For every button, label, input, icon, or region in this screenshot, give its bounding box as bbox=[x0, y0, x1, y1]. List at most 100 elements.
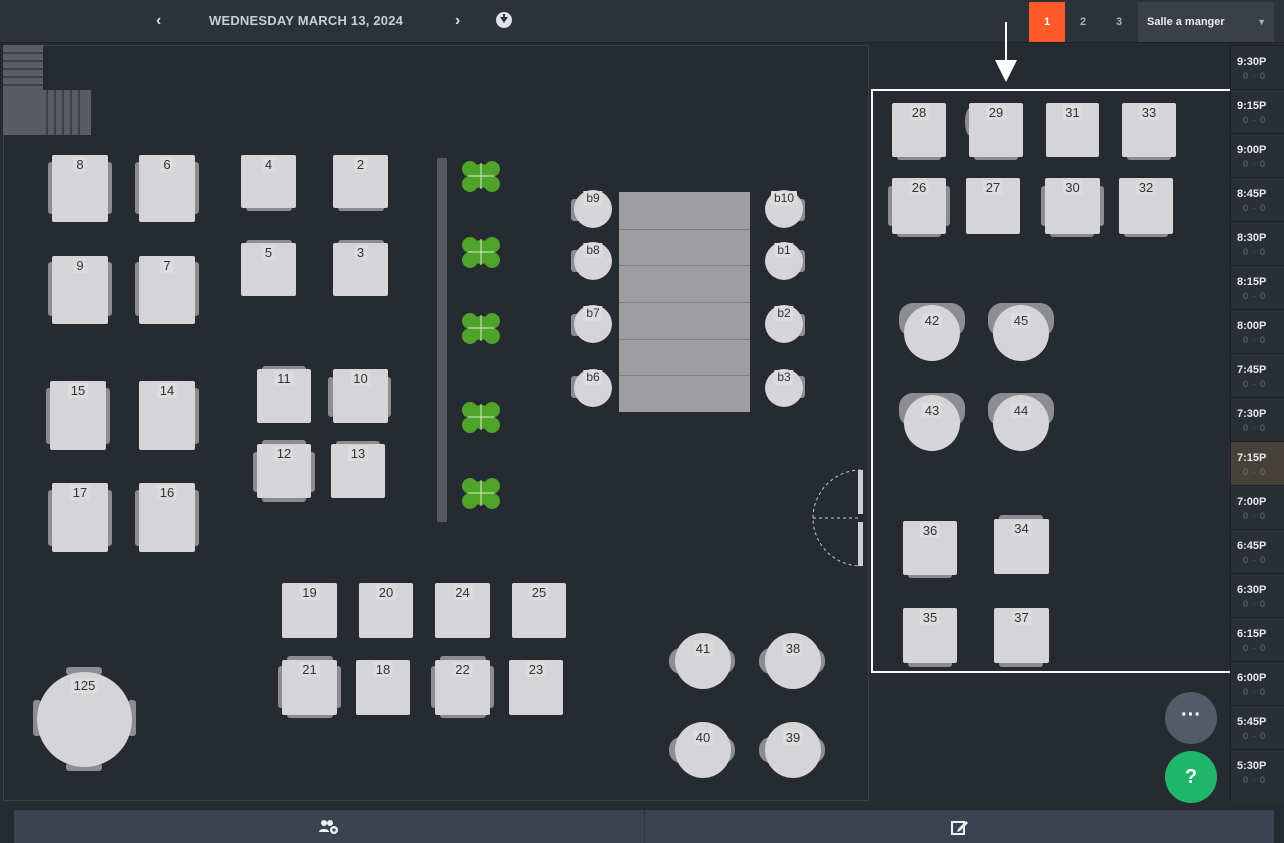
table-label: 6 bbox=[160, 157, 174, 172]
time-count: 0 · 0 bbox=[1243, 555, 1267, 565]
table-18[interactable]: 18 bbox=[356, 660, 410, 715]
stool-b9[interactable]: b9 bbox=[574, 190, 612, 228]
table-15[interactable]: 15 bbox=[50, 381, 106, 450]
table-23[interactable]: 23 bbox=[509, 660, 563, 715]
time-slot[interactable]: 7:00P 0 · 0 bbox=[1231, 485, 1284, 529]
table-10[interactable]: 10 bbox=[333, 369, 388, 423]
table-2[interactable]: 2 bbox=[333, 155, 388, 208]
table-20[interactable]: 20 bbox=[359, 583, 413, 638]
table-label: 18 bbox=[372, 662, 394, 677]
time-count: 0 · 0 bbox=[1243, 247, 1267, 257]
table-label: 22 bbox=[452, 662, 473, 677]
table-7[interactable]: 7 bbox=[139, 256, 195, 324]
time-slot[interactable]: 9:00P 0 · 0 bbox=[1231, 133, 1284, 177]
table-label: 14 bbox=[156, 383, 178, 398]
table-13[interactable]: 13 bbox=[331, 444, 385, 498]
table-label: 8 bbox=[73, 157, 87, 172]
time-label: 9:15P bbox=[1237, 100, 1267, 112]
table-3[interactable]: 3 bbox=[333, 243, 388, 296]
table-4[interactable]: 4 bbox=[241, 155, 296, 208]
more-options-button[interactable]: ··· bbox=[1165, 692, 1217, 744]
time-slot[interactable]: 9:30P 0 · 0 bbox=[1231, 45, 1284, 89]
time-label: 7:00P bbox=[1237, 496, 1267, 508]
stool-b8[interactable]: b8 bbox=[574, 242, 612, 280]
chevron-down-icon: ▼ bbox=[1257, 17, 1266, 27]
time-slot[interactable]: 5:30P 0 · 0 bbox=[1231, 749, 1284, 793]
table-41[interactable]: 41 bbox=[675, 633, 731, 689]
time-label: 8:30P bbox=[1237, 232, 1267, 244]
stool-b3[interactable]: b3 bbox=[765, 369, 803, 407]
table-14[interactable]: 14 bbox=[139, 381, 195, 450]
edit-icon bbox=[950, 821, 968, 836]
table-125[interactable]: 125 bbox=[37, 672, 132, 767]
time-slot[interactable]: 8:30P 0 · 0 bbox=[1231, 221, 1284, 265]
time-slot[interactable]: 6:45P 0 · 0 bbox=[1231, 529, 1284, 573]
floor-tab-3[interactable]: 3 bbox=[1101, 2, 1137, 42]
time-slot[interactable]: 7:30P 0 · 0 bbox=[1231, 397, 1284, 441]
time-slot[interactable]: 8:00P 0 · 0 bbox=[1231, 309, 1284, 353]
table-label: b8 bbox=[583, 243, 603, 258]
table-label: 41 bbox=[692, 641, 714, 656]
previous-day-button[interactable]: ‹ bbox=[156, 12, 161, 30]
table-label: 2 bbox=[353, 157, 368, 172]
help-button[interactable]: ? bbox=[1165, 751, 1217, 803]
time-label: 6:45P bbox=[1237, 540, 1267, 552]
time-slot[interactable]: 8:45P 0 · 0 bbox=[1231, 177, 1284, 221]
time-count: 0 · 0 bbox=[1243, 115, 1267, 125]
next-day-button[interactable]: › bbox=[455, 12, 460, 30]
arrow-down-icon bbox=[995, 22, 1017, 82]
stool-b10[interactable]: b10 bbox=[765, 190, 803, 228]
stool-b2[interactable]: b2 bbox=[765, 305, 803, 343]
table-39[interactable]: 39 bbox=[765, 722, 821, 778]
table-label: 4 bbox=[261, 157, 276, 172]
table-label: 12 bbox=[273, 446, 295, 461]
floor-tab-2[interactable]: 2 bbox=[1065, 2, 1101, 42]
time-slot[interactable]: 6:15P 0 · 0 bbox=[1231, 617, 1284, 661]
table-40[interactable]: 40 bbox=[675, 722, 731, 778]
table-label: b6 bbox=[583, 370, 603, 385]
time-slot[interactable]: 7:45P 0 · 0 bbox=[1231, 353, 1284, 397]
table-5[interactable]: 5 bbox=[241, 243, 296, 296]
table-label: 23 bbox=[525, 662, 547, 677]
table-label: 125 bbox=[70, 678, 99, 693]
group-settings-button[interactable] bbox=[14, 810, 644, 843]
table-19[interactable]: 19 bbox=[282, 583, 337, 638]
time-label: 6:15P bbox=[1237, 628, 1267, 640]
table-38[interactable]: 38 bbox=[765, 633, 821, 689]
time-label: 6:30P bbox=[1237, 584, 1267, 596]
time-slot[interactable]: 9:15P 0 · 0 bbox=[1231, 89, 1284, 133]
edit-button[interactable] bbox=[645, 810, 1274, 843]
stool-b6[interactable]: b6 bbox=[574, 369, 612, 407]
time-slot[interactable]: 6:30P 0 · 0 bbox=[1231, 573, 1284, 617]
table-label: 9 bbox=[73, 258, 87, 273]
table-17[interactable]: 17 bbox=[52, 483, 108, 552]
time-count: 0 · 0 bbox=[1243, 71, 1267, 81]
time-slot[interactable]: 8:15P 0 · 0 bbox=[1231, 265, 1284, 309]
time-slot[interactable]: 5:45P 0 · 0 bbox=[1231, 705, 1284, 749]
stool-b7[interactable]: b7 bbox=[574, 305, 612, 343]
table-label: b1 bbox=[774, 243, 794, 258]
table-11[interactable]: 11 bbox=[257, 369, 311, 423]
room-select[interactable]: Salle a manger ▼ bbox=[1138, 2, 1274, 42]
table-12[interactable]: 12 bbox=[257, 444, 311, 498]
stool-b1[interactable]: b1 bbox=[765, 242, 803, 280]
table-21[interactable]: 21 bbox=[282, 660, 337, 715]
table-6[interactable]: 6 bbox=[139, 155, 195, 222]
table-22[interactable]: 22 bbox=[435, 660, 490, 715]
table-24[interactable]: 24 bbox=[435, 583, 490, 638]
plant-icon bbox=[458, 470, 504, 516]
floor-tab-1[interactable]: 1 bbox=[1029, 2, 1065, 42]
table-9[interactable]: 9 bbox=[52, 256, 108, 324]
table-label: 38 bbox=[782, 641, 804, 656]
time-count: 0 · 0 bbox=[1243, 687, 1267, 697]
table-16[interactable]: 16 bbox=[139, 483, 195, 552]
table-label: 24 bbox=[452, 585, 473, 600]
stairs-icon bbox=[3, 45, 91, 135]
floor-plan-app: ‹ WEDNESDAY MARCH 13, 2024 › 1 2 3 Salle… bbox=[0, 0, 1284, 843]
table-25[interactable]: 25 bbox=[512, 583, 566, 638]
table-8[interactable]: 8 bbox=[52, 155, 108, 222]
time-slot[interactable]: 6:00P 0 · 0 bbox=[1231, 661, 1284, 705]
download-icon[interactable] bbox=[496, 12, 512, 28]
table-label: 16 bbox=[156, 485, 178, 500]
time-slot-current[interactable]: 7:15P 0 · 0 bbox=[1231, 441, 1284, 485]
